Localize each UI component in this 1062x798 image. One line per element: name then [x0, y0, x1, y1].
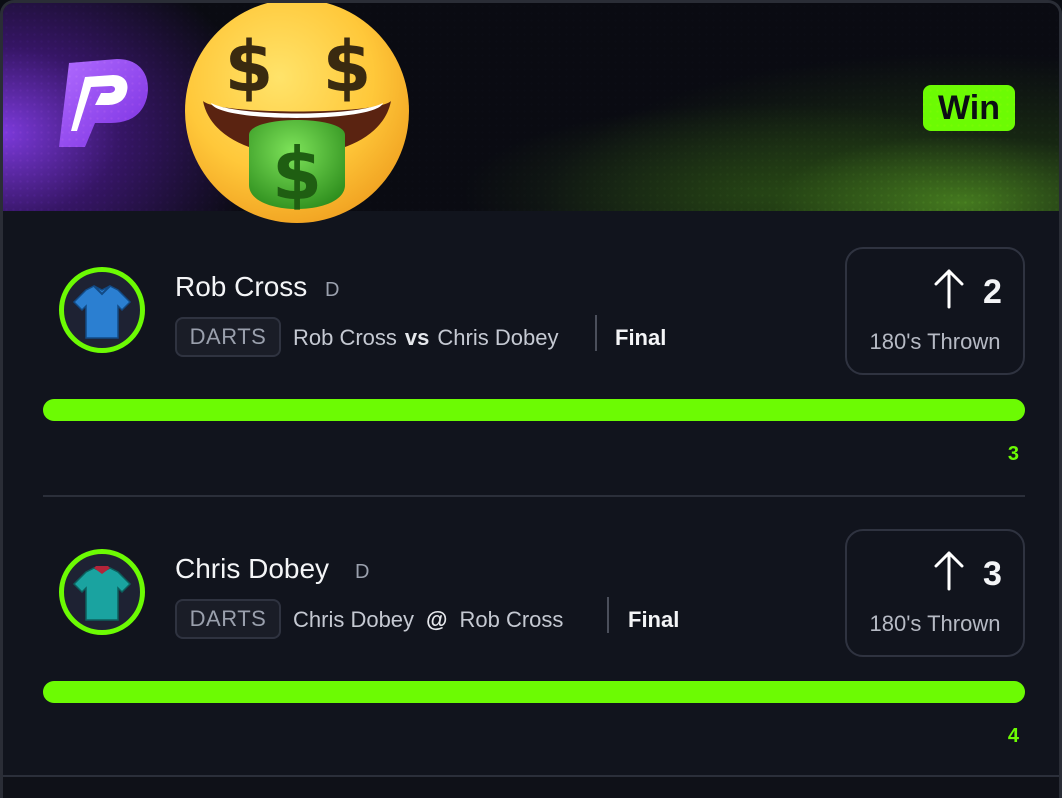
result-value: 3	[1007, 443, 1019, 465]
card-banner: Win	[3, 3, 1059, 211]
svg-text:$: $	[225, 26, 274, 108]
player-avatar	[59, 549, 145, 635]
stat-label: 180's Thrown	[869, 329, 1001, 354]
divider	[595, 315, 597, 351]
stat-line: 2	[983, 273, 1002, 311]
arrow-up-icon	[934, 269, 964, 309]
progress-fill	[43, 681, 1025, 703]
progress-bar	[43, 399, 1025, 421]
matchup-opponent: Rob Cross	[459, 607, 564, 632]
matchup: Chris Dobey @ Rob Cross	[293, 607, 563, 633]
player-row[interactable]: Chris Dobey D DARTS Chris Dobey @ Rob Cros…	[3, 493, 1059, 773]
prizepicks-logo	[59, 59, 148, 147]
money-mouth-face-icon: $ $ $	[185, 3, 409, 223]
game-status: Final	[628, 607, 680, 632]
stat-box: 2 180's Thrown	[845, 247, 1025, 375]
sport-tag: DARTS	[175, 599, 281, 639]
matchup-separator: vs	[404, 325, 430, 350]
player-avatar	[59, 267, 145, 353]
player-name: Rob Cross	[175, 271, 308, 302]
matchup: Rob Cross vs Chris Dobey	[293, 325, 558, 351]
stat-box: 3 180's Thrown	[845, 529, 1025, 657]
sport-tag: DARTS	[175, 317, 281, 357]
player-position: D	[325, 279, 340, 301]
player-row[interactable]: Rob Cross D DARTS Rob Cross vs Chris Dobey…	[3, 211, 1059, 491]
stat-line: 3	[983, 555, 1002, 593]
progress-bar	[43, 681, 1025, 703]
player-name: Chris Dobey	[175, 553, 330, 584]
matchup-separator: @	[426, 607, 448, 632]
player-position: D	[355, 561, 370, 583]
game-status: Final	[615, 325, 667, 350]
footer-edge	[3, 775, 1059, 798]
pick-card: Win $ $ $ Rob Cross D DARTS Rob Cross vs…	[0, 0, 1062, 798]
matchup-team: Rob Cross	[293, 325, 397, 350]
stat-label: 180's Thrown	[869, 611, 1001, 636]
jersey-icon	[72, 566, 132, 621]
svg-text:$: $	[323, 26, 372, 108]
result-badge: Win	[923, 85, 1015, 131]
svg-text:$: $	[272, 132, 322, 216]
jersey-icon	[72, 285, 132, 339]
result-value: 4	[1007, 725, 1019, 747]
divider	[607, 597, 609, 633]
progress-fill	[43, 399, 1025, 421]
matchup-team: Chris Dobey	[293, 607, 415, 632]
matchup-opponent: Chris Dobey	[437, 325, 559, 350]
arrow-up-icon	[934, 551, 964, 591]
